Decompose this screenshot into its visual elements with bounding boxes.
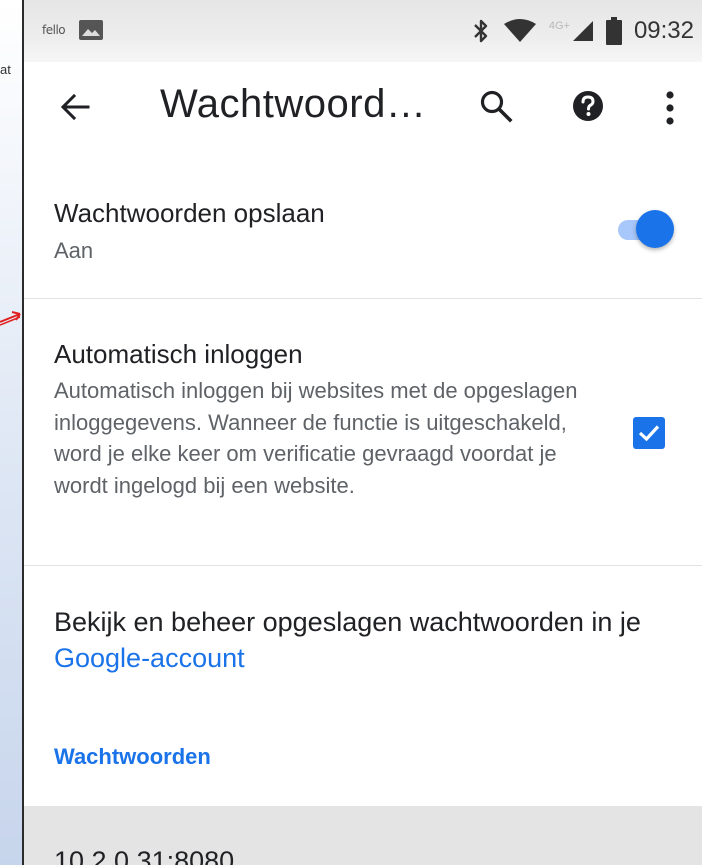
auto-signin-checkbox[interactable] [633,417,665,449]
password-list-item[interactable]: 10.2.0.31:8080 [24,806,702,865]
carrier-label: fello [42,23,66,37]
auto-signin-description: Automatisch inloggen bij websites met de… [54,378,578,498]
bluetooth-icon [473,19,488,43]
image-notification-icon [79,20,104,40]
toggle-thumb [636,210,674,248]
app-bar: Wachtwoord… [24,62,702,152]
status-bar: fello 4G+ 09:32 [24,0,702,62]
background-text-fragment: at [0,62,11,76]
search-button[interactable] [474,84,518,128]
help-icon [573,91,603,121]
network-type-label: 4G+ [548,20,570,32]
save-passwords-title: Wachtwoorden opslaan [54,198,325,228]
auto-signin-setting[interactable]: Automatisch inloggen Automatisch inlogge… [24,299,702,566]
password-site-label: 10.2.0.31:8080 [54,846,235,865]
battery-icon [605,17,622,45]
manage-passwords-prefix: Bekijk en beheer opgeslagen wachtwoorden… [54,607,641,637]
save-passwords-state: Aan [54,238,94,263]
status-bar-left: fello [42,20,104,40]
wifi-icon [503,19,536,42]
phone-screen: fello 4G+ 09:32 Wachtwoord… Wachtwoorden… [22,0,702,865]
save-passwords-setting[interactable]: Wachtwoorden opslaan Aan [24,152,702,299]
help-button[interactable] [568,86,608,126]
search-icon [480,90,513,123]
signal-icon [572,21,593,41]
back-button[interactable] [56,87,96,127]
more-options-button[interactable] [650,86,690,130]
manage-passwords-row: Bekijk en beheer opgeslagen wachtwoorden… [24,566,702,706]
page-title: Wachtwoord… [160,82,427,126]
save-passwords-toggle[interactable] [618,210,674,250]
status-bar-right: 4G+ 09:32 [471,14,694,48]
manage-passwords-text: Bekijk en beheer opgeslagen wachtwoorden… [54,604,694,676]
red-arrow-icon [0,311,21,326]
passwords-section-header: Wachtwoorden [54,744,211,769]
checkmark-icon [638,425,660,442]
google-account-link[interactable]: Google-account [54,643,245,673]
more-vert-icon [666,91,674,125]
back-arrow-icon [60,93,90,121]
auto-signin-title: Automatisch inloggen [54,339,303,369]
status-time: 09:32 [633,17,694,44]
